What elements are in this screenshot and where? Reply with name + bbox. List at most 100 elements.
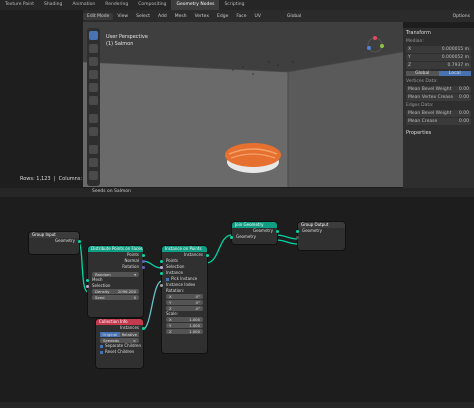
menu-uv[interactable]: UV bbox=[251, 14, 265, 19]
relative-button[interactable]: Relative bbox=[119, 332, 139, 337]
rotation-label: Rotation: bbox=[166, 288, 185, 293]
instance-on-points-node[interactable]: Instance on Points Instances Points Sele… bbox=[160, 246, 209, 353]
join-geometry-input[interactable]: Geometry bbox=[230, 234, 277, 240]
active-object-label: (1) Salmon bbox=[106, 41, 134, 47]
separate-children-label: Separate Children bbox=[105, 343, 142, 348]
seed-field[interactable]: Seed 0 bbox=[92, 295, 139, 300]
local-button[interactable]: Local bbox=[438, 71, 471, 76]
median-y-field[interactable]: Y 0.000052 m bbox=[406, 54, 471, 61]
tab-shading[interactable]: Shading bbox=[39, 0, 67, 10]
menu-add[interactable]: Add bbox=[154, 14, 171, 19]
mean-vertex-crease-field[interactable]: Mean Vertex Crease 0.00 bbox=[406, 94, 471, 101]
normal-socket-icon[interactable] bbox=[142, 259, 145, 263]
selection-socket-icon[interactable] bbox=[86, 284, 89, 288]
rotate-tool-icon[interactable] bbox=[89, 70, 98, 79]
annotate-tool-icon[interactable] bbox=[89, 114, 98, 123]
measure-tool-icon[interactable] bbox=[89, 127, 98, 136]
collection-instances-socket-icon[interactable] bbox=[142, 326, 145, 330]
density-field[interactable]: Density 2096.200 bbox=[92, 289, 139, 294]
group-output-geometry-label: Geometry bbox=[302, 228, 322, 233]
transform-tool-icon[interactable] bbox=[89, 96, 98, 105]
instances-socket-icon[interactable] bbox=[206, 253, 209, 257]
menu-view[interactable]: View bbox=[113, 14, 132, 19]
scale-x-field[interactable]: X 1.000 bbox=[166, 317, 203, 322]
mean-crease-value: 0.00 bbox=[458, 119, 469, 124]
points-input-socket-icon[interactable] bbox=[160, 259, 163, 263]
vertices-data-label: Vertices Data: bbox=[406, 79, 438, 84]
cursor-tool-icon[interactable] bbox=[89, 44, 98, 53]
rows-count: Rows: 1,123 bbox=[20, 176, 51, 182]
move-tool-icon[interactable] bbox=[89, 57, 98, 66]
rotation-y-field[interactable]: Y 0° bbox=[166, 300, 203, 305]
inset-tool-icon[interactable] bbox=[89, 158, 98, 167]
checkbox-checked-icon[interactable] bbox=[100, 350, 103, 354]
node-tree-breadcrumb: Seeds on Salmon bbox=[92, 189, 131, 194]
group-input-node[interactable]: Group Input Geometry bbox=[29, 232, 81, 254]
collection-instances-label: Instances bbox=[119, 325, 139, 330]
global-button[interactable]: Global bbox=[406, 71, 439, 76]
collection-instances-output[interactable]: Instances bbox=[96, 325, 145, 331]
menu-mesh[interactable]: Mesh bbox=[171, 14, 191, 19]
x-axis-label: X bbox=[408, 47, 412, 52]
distribute-rotation-output[interactable]: Rotation bbox=[88, 264, 145, 270]
rotation-socket-icon[interactable] bbox=[142, 265, 145, 269]
scale-tool-icon[interactable] bbox=[89, 83, 98, 92]
instance-input-label: Instance bbox=[166, 270, 184, 275]
instance-index-socket-icon[interactable] bbox=[160, 283, 163, 287]
menu-edge[interactable]: Edge bbox=[213, 14, 232, 19]
scale-y-field[interactable]: Y 1.000 bbox=[166, 323, 203, 328]
extrude-tool-icon[interactable] bbox=[89, 145, 98, 154]
select-tool-icon[interactable] bbox=[89, 31, 98, 40]
menu-select[interactable]: Select bbox=[132, 14, 154, 19]
join-geometry-node[interactable]: Join Geometry Geometry Geometry bbox=[230, 222, 279, 244]
mean-bevel-vertex-field[interactable]: Mean Bevel Weight 0.00 bbox=[406, 86, 471, 93]
tab-animation[interactable]: Animation bbox=[67, 0, 100, 10]
tab-geometry-nodes[interactable]: Geometry Nodes bbox=[171, 0, 220, 10]
original-button[interactable]: Original bbox=[100, 332, 120, 337]
mean-crease-field[interactable]: Mean Crease 0.00 bbox=[406, 118, 471, 125]
empty-socket-icon[interactable] bbox=[296, 235, 299, 239]
geometry-socket-icon[interactable] bbox=[78, 239, 81, 243]
mean-bevel-edge-field[interactable]: Mean Bevel Weight 0.00 bbox=[406, 110, 471, 117]
instance-socket-icon[interactable] bbox=[160, 271, 163, 275]
scale-z-field[interactable]: Z 1.000 bbox=[166, 329, 203, 334]
density-value: 2096.200 bbox=[117, 289, 136, 294]
reset-children-checkbox[interactable]: Reset Children bbox=[96, 349, 143, 355]
options-dropdown[interactable]: Options bbox=[449, 14, 474, 19]
median-y-value: 0.000052 m bbox=[441, 55, 469, 60]
group-output-socket-icon[interactable] bbox=[296, 229, 299, 233]
mode-dropdown[interactable]: Edit Mode bbox=[83, 12, 114, 20]
collection-info-node[interactable]: Collection Info Instances Original Relat… bbox=[96, 319, 145, 368]
group-output-empty-input[interactable] bbox=[296, 234, 345, 240]
distribute-points-node[interactable]: Distribute Points on Faces Points Normal… bbox=[86, 246, 145, 317]
bevel-tool-icon[interactable] bbox=[89, 171, 98, 180]
group-input-geometry-output[interactable]: Geometry bbox=[29, 238, 81, 244]
mean-vertex-crease-label: Mean Vertex Crease bbox=[408, 95, 454, 100]
points-socket-icon[interactable] bbox=[142, 253, 145, 257]
tab-scripting[interactable]: Scripting bbox=[219, 0, 249, 10]
tab-texture-paint[interactable]: Texture Paint bbox=[0, 0, 39, 10]
properties-header[interactable]: Properties bbox=[403, 128, 474, 138]
group-output-node[interactable]: Group Output Geometry bbox=[296, 222, 345, 250]
join-input-socket-icon[interactable] bbox=[230, 235, 233, 239]
mean-bevel-vertex-value: 0.00 bbox=[458, 87, 469, 92]
transform-header[interactable]: Transform bbox=[403, 28, 474, 38]
distribute-selection-input[interactable]: Selection bbox=[86, 283, 143, 289]
instance-selection-label: Selection bbox=[166, 264, 185, 269]
median-x-field[interactable]: X 0.000015 m bbox=[406, 46, 471, 53]
tab-compositing[interactable]: Compositing bbox=[133, 0, 171, 10]
selection-input-label: Selection bbox=[92, 283, 111, 288]
join-output-socket-icon[interactable] bbox=[276, 229, 279, 233]
rotation-x-field[interactable]: X 0° bbox=[166, 294, 203, 299]
workspace-tabs: Texture Paint Shading Animation Renderin… bbox=[0, 0, 474, 10]
menu-vertex[interactable]: Vertex bbox=[191, 14, 213, 19]
checkbox-checked-icon[interactable] bbox=[166, 277, 169, 281]
transform-orientation-dropdown[interactable]: Global bbox=[283, 14, 305, 19]
menu-face[interactable]: Face bbox=[232, 14, 250, 19]
tab-rendering[interactable]: Rendering bbox=[100, 0, 133, 10]
instance-selection-socket-icon[interactable] bbox=[160, 265, 163, 269]
median-z-field[interactable]: Z 0.7937 m bbox=[406, 62, 471, 69]
mesh-socket-icon[interactable] bbox=[86, 278, 89, 282]
checkbox-checked-icon[interactable] bbox=[100, 344, 103, 348]
viewport-info: User Perspective (1) Salmon bbox=[106, 34, 148, 48]
